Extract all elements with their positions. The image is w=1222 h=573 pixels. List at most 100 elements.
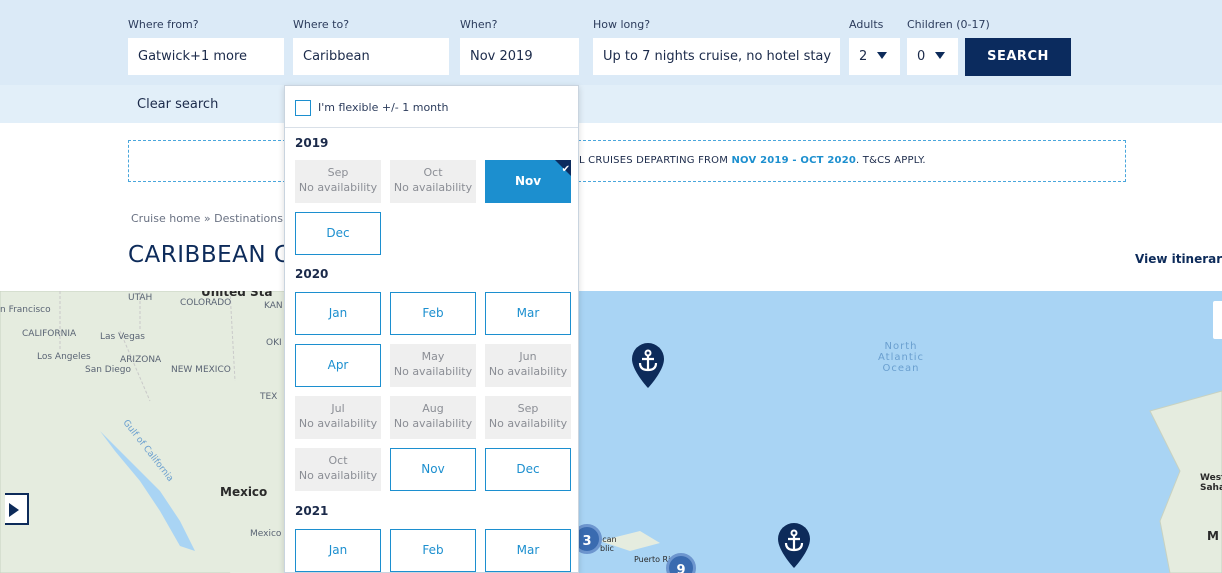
map-label-m: M <box>1207 529 1219 543</box>
map-label-north-atlantic: North Atlantic Ocean <box>877 341 925 374</box>
map-label-mexico-city: Mexico <box>250 529 282 539</box>
month-name: Oct <box>423 166 443 179</box>
search-bar: Where from? Gatwick+1 more Where to? Car… <box>0 0 1222 85</box>
promo-prefix: L CRUISES DEPARTING FROM <box>579 155 732 166</box>
search-button[interactable]: SEARCH <box>965 38 1071 76</box>
chevron-down-icon <box>877 52 888 59</box>
map-label-western-sahara: Wester Sahar <box>1200 473 1222 493</box>
map-label-dominican: ican blic <box>600 535 617 553</box>
map-zoom-control[interactable] <box>1213 301 1222 339</box>
month-jun-2020: Jun No availability <box>485 344 571 387</box>
chevron-down-icon <box>935 52 946 59</box>
month-may-2020: May No availability <box>390 344 476 387</box>
map-label-las-vegas: Las Vegas <box>100 332 145 342</box>
month-name: Jul <box>331 402 345 415</box>
no-availability-text: No availability <box>488 417 568 430</box>
page-title: CARIBBEAN C <box>128 242 291 268</box>
clear-search-link[interactable]: Clear search <box>137 97 218 112</box>
play-icon <box>9 503 19 517</box>
flexible-option[interactable]: I'm flexible +/- 1 month <box>295 100 448 116</box>
month-name: Dec <box>326 226 350 240</box>
month-mar-2021[interactable]: Mar <box>485 529 571 572</box>
promo-highlight: NOV 2019 - OCT 2020 <box>731 155 857 166</box>
map-label-puerto-rico: Puerto Ri <box>634 555 671 564</box>
map-label-united-states: United Sta <box>201 291 273 299</box>
map[interactable]: n Francisco UTAH COLORADO United Sta KAN… <box>0 291 1222 573</box>
promo-suffix: . T&CS APPLY. <box>856 155 926 166</box>
no-availability-text: No availability <box>393 365 473 378</box>
month-name: Mar <box>516 543 540 557</box>
month-feb-2020[interactable]: Feb <box>390 292 476 335</box>
view-itineraries-link[interactable]: View itineraries <box>1135 252 1222 266</box>
map-label-tex: TEX <box>260 392 278 402</box>
no-availability-text: No availability <box>393 417 473 430</box>
map-label-california: CALIFORNIA <box>22 329 77 339</box>
month-name: Sep <box>327 166 349 179</box>
month-name: Sep <box>517 402 539 415</box>
children-label: Children (0-17) <box>907 18 990 31</box>
year-heading: 2021 <box>295 504 329 518</box>
month-oct-2019: Oct No availability <box>390 160 476 203</box>
check-icon: ✔ <box>561 164 570 175</box>
anchor-icon[interactable] <box>629 341 667 389</box>
month-name: Feb <box>422 306 444 320</box>
month-jan-2021[interactable]: Jan <box>295 529 381 572</box>
month-oct-2020: Oct No availability <box>295 448 381 491</box>
year-heading: 2020 <box>295 267 329 281</box>
children-value: 0 <box>917 49 926 64</box>
month-sep-2020: Sep No availability <box>485 396 571 439</box>
when-label: When? <box>460 18 498 31</box>
month-aug-2020: Aug No availability <box>390 396 476 439</box>
no-availability-text: No availability <box>298 417 378 430</box>
map-label-los-angeles: Los Angeles <box>37 352 91 362</box>
month-name: Jun <box>519 350 537 363</box>
month-jan-2020[interactable]: Jan <box>295 292 381 335</box>
to-label: Where to? <box>293 18 350 31</box>
map-label-san-diego: San Diego <box>85 365 131 375</box>
month-name: Aug <box>422 402 444 415</box>
map-label-arizona: ARIZONA <box>120 355 162 365</box>
map-label-new-mexico: NEW MEXICO <box>171 365 231 375</box>
month-nov-2019[interactable]: Nov ✔ <box>485 160 571 203</box>
map-label-oki: OKI <box>266 338 282 348</box>
from-field[interactable]: Gatwick+1 more <box>128 38 284 75</box>
divider <box>285 127 578 128</box>
howlong-field[interactable]: Up to 7 nights cruise, no hotel stay <box>593 38 840 75</box>
map-label-colorado: COLORADO <box>180 298 232 308</box>
to-field[interactable]: Caribbean <box>293 38 449 75</box>
month-dec-2020[interactable]: Dec <box>485 448 571 491</box>
month-nov-2020[interactable]: Nov <box>390 448 476 491</box>
month-name: Apr <box>327 358 349 372</box>
month-name: May <box>421 350 445 363</box>
when-field[interactable]: Nov 2019 <box>460 38 579 75</box>
month-name: Oct <box>328 454 348 467</box>
promo-text: L CRUISES DEPARTING FROM NOV 2019 - OCT … <box>579 155 926 166</box>
year-heading: 2019 <box>295 136 329 150</box>
month-apr-2020[interactable]: Apr <box>295 344 381 387</box>
flexible-checkbox[interactable] <box>295 100 311 116</box>
month-sep-2019: Sep No availability <box>295 160 381 203</box>
month-picker: I'm flexible +/- 1 month 2019 Sep No avail… <box>284 85 579 573</box>
no-availability-text: No availability <box>298 181 378 194</box>
breadcrumb[interactable]: Cruise home » Destinations <box>131 212 283 225</box>
adults-value: 2 <box>859 49 868 64</box>
adults-label: Adults <box>849 18 884 31</box>
map-land <box>0 291 1222 573</box>
map-label-kan: KAN <box>264 301 283 311</box>
selected-corner: ✔ <box>555 160 571 176</box>
no-availability-text: No availability <box>488 365 568 378</box>
month-dec-2019[interactable]: Dec <box>295 212 381 255</box>
from-label: Where from? <box>128 18 199 31</box>
anchor-icon[interactable] <box>775 521 813 569</box>
flexible-label: I'm flexible +/- 1 month <box>318 101 449 114</box>
month-name: Mar <box>516 306 540 320</box>
month-name: Feb <box>422 543 444 557</box>
month-name: Dec <box>516 462 540 476</box>
map-label-mexico: Mexico <box>220 485 268 499</box>
month-mar-2020[interactable]: Mar <box>485 292 571 335</box>
month-feb-2021[interactable]: Feb <box>390 529 476 572</box>
children-select[interactable]: 0 <box>907 38 958 75</box>
no-availability-text: No availability <box>393 181 473 194</box>
map-panel-toggle[interactable] <box>5 493 29 525</box>
adults-select[interactable]: 2 <box>849 38 900 75</box>
